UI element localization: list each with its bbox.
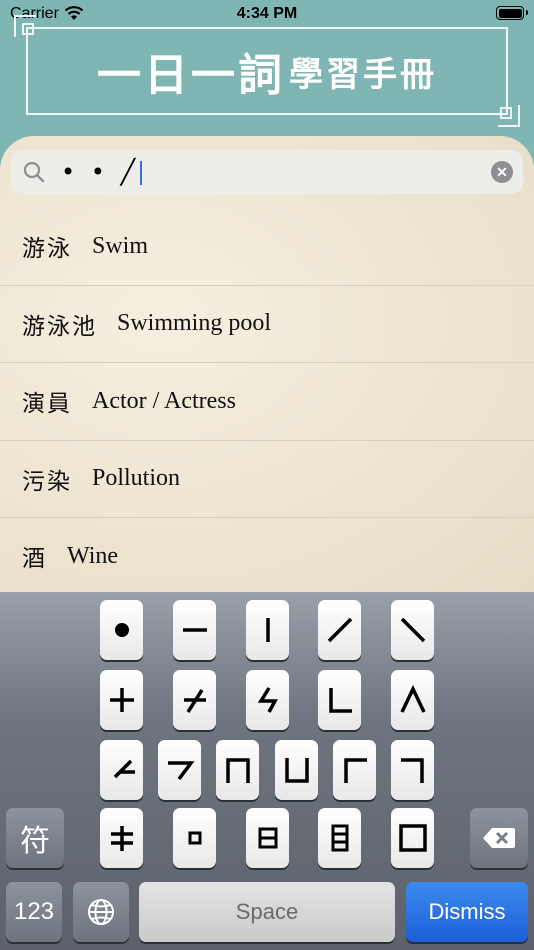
- list-item[interactable]: 酒 Wine: [0, 518, 534, 596]
- word-english: Swimming pool: [117, 310, 272, 337]
- key-tall-box[interactable]: [318, 808, 361, 868]
- list-item[interactable]: 演員 Actor / Actress: [0, 363, 534, 441]
- key-caret[interactable]: [391, 670, 434, 730]
- space-key[interactable]: Space: [139, 882, 395, 942]
- symbol-key-label: 符: [20, 824, 50, 859]
- backspace-icon: [483, 828, 515, 848]
- app-title-main: 一日一詞: [97, 50, 285, 101]
- symbol-key[interactable]: 符: [6, 808, 64, 868]
- clock: 4:34 PM: [236, 5, 298, 22]
- dismiss-key-label: Dismiss: [428, 899, 506, 924]
- word-chinese: 污染: [22, 468, 72, 495]
- cross-stroke-icon: [109, 688, 134, 712]
- backspace-key[interactable]: [470, 808, 528, 868]
- box-bar-stroke-icon: [258, 827, 277, 849]
- key-n-shape[interactable]: [216, 740, 259, 800]
- key-square[interactable]: [391, 808, 434, 868]
- list-item[interactable]: 污染 Pollution: [0, 441, 534, 518]
- word-chinese: 演員: [22, 391, 72, 418]
- corner-tr-stroke-icon: [400, 758, 424, 783]
- key-u-shape[interactable]: [275, 740, 318, 800]
- tall-box-stroke-icon: [331, 824, 348, 852]
- text-cursor: [140, 161, 143, 185]
- word-chinese: 酒: [22, 546, 47, 573]
- l-bend-stroke-icon: [328, 688, 352, 713]
- key-corner-tr[interactable]: [391, 740, 434, 800]
- key-right-hook[interactable]: [158, 740, 201, 800]
- key-double-cross[interactable]: [100, 808, 143, 868]
- square-dot-stroke-icon: [188, 831, 201, 845]
- horizontal-stroke-icon: [182, 628, 207, 632]
- search-input[interactable]: • • ╱: [61, 158, 143, 186]
- dismiss-key[interactable]: Dismiss: [406, 882, 528, 942]
- key-slash-cross[interactable]: [173, 670, 216, 730]
- status-bar: Carrier 4:34 PM: [0, 0, 534, 28]
- word-chinese: 游泳: [22, 236, 72, 263]
- caret-stroke-icon: [399, 685, 426, 713]
- backslash-stroke-icon: [400, 617, 425, 643]
- key-left-hook[interactable]: [100, 740, 143, 800]
- numbers-key[interactable]: 123: [6, 882, 62, 942]
- search-query: • • ╱: [61, 158, 140, 186]
- results-list: 游泳 Swim 游泳池 Swimming pool 演員 Actor / Act…: [0, 208, 534, 596]
- app-title-sub: 學習手冊: [289, 54, 437, 95]
- app-banner: 一日一詞 學習手冊: [14, 15, 520, 127]
- zigzag-stroke-icon: [257, 687, 278, 713]
- word-english: Swim: [92, 232, 149, 259]
- list-item[interactable]: 游泳池 Swimming pool: [0, 286, 534, 363]
- vertical-stroke-icon: [265, 618, 270, 642]
- numbers-key-label: 123: [13, 898, 55, 925]
- key-vertical[interactable]: [246, 600, 289, 660]
- square-stroke-icon: [398, 824, 427, 852]
- key-cross[interactable]: [100, 670, 143, 730]
- key-zigzag[interactable]: [246, 670, 289, 730]
- word-english: Pollution: [92, 465, 181, 492]
- right-hook-stroke-icon: [167, 761, 194, 781]
- key-slash[interactable]: [318, 600, 361, 660]
- key-backslash[interactable]: [391, 600, 434, 660]
- key-corner-tl[interactable]: [333, 740, 376, 800]
- slash-stroke-icon: [327, 617, 352, 643]
- globe-key[interactable]: [73, 882, 129, 942]
- word-english: Wine: [67, 542, 119, 569]
- key-dot[interactable]: [100, 600, 143, 660]
- word-chinese: 游泳池: [22, 313, 97, 340]
- n-shape-stroke-icon: [225, 758, 250, 783]
- key-horizontal[interactable]: [173, 600, 216, 660]
- content-panel: • • ╱ ✕ 游泳 Swim 游泳池 Swimming pool 演員 Act…: [0, 136, 534, 596]
- key-box-bar[interactable]: [246, 808, 289, 868]
- list-item[interactable]: 游泳 Swim: [0, 208, 534, 286]
- corner-tl-stroke-icon: [343, 758, 367, 783]
- search-icon: [23, 161, 45, 183]
- double-cross-stroke-icon: [110, 826, 133, 851]
- battery-icon: [496, 6, 528, 20]
- clear-search-icon[interactable]: ✕: [491, 161, 513, 183]
- globe-icon: [88, 899, 114, 925]
- search-bar[interactable]: • • ╱ ✕: [11, 150, 523, 194]
- word-english: Actor / Actress: [92, 387, 236, 414]
- stroke-keyboard: 符 123 Space Dismiss: [0, 592, 534, 950]
- slash-cross-stroke-icon: [183, 689, 206, 713]
- u-shape-stroke-icon: [284, 758, 309, 783]
- left-hook-stroke-icon: [113, 759, 135, 779]
- key-l-bend[interactable]: [318, 670, 361, 730]
- key-square-dot[interactable]: [173, 808, 216, 868]
- space-key-label: Space: [235, 899, 299, 924]
- app-title: 一日一詞 學習手冊: [28, 29, 506, 113]
- dot-stroke-icon: [114, 623, 129, 637]
